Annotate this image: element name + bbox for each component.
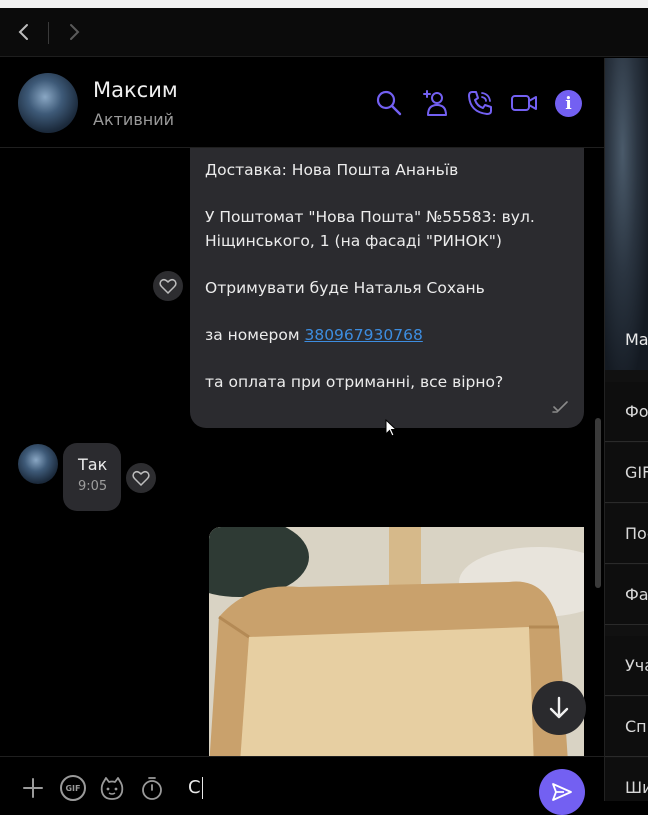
chat-scrollbar[interactable] <box>595 418 601 588</box>
navigation-bar <box>0 8 648 57</box>
add-participant-icon[interactable] <box>420 88 450 118</box>
contact-name[interactable]: Максим <box>93 78 178 102</box>
message-text: Так <box>78 455 108 474</box>
like-button[interactable] <box>126 463 156 493</box>
heart-icon <box>159 278 177 294</box>
video-call-icon[interactable] <box>509 88 539 118</box>
sidebar-contact-name: Ма <box>625 330 648 349</box>
chat-header: Максим Активний i <box>0 58 604 148</box>
message-line: У Поштомат "Нова Пошта" №55583: вул. Ніщ… <box>205 208 535 250</box>
info-glyph: i <box>565 93 572 114</box>
message-line: та оплата при отриманні, все вірно? <box>205 373 504 391</box>
phone-prefix: за номером <box>205 326 305 344</box>
message-bubble-short[interactable]: Так 9:05 <box>63 443 121 511</box>
contact-avatar[interactable] <box>18 73 78 133</box>
chat-panel: Максим Активний i Доставка: Нова Пошта А… <box>0 58 604 801</box>
window-top-strip <box>0 0 648 8</box>
send-icon <box>552 783 572 801</box>
message-bubble-delivery[interactable]: Доставка: Нова Пошта Ананьїв У Поштомат … <box>190 148 584 428</box>
sender-avatar[interactable] <box>18 444 58 484</box>
info-sidebar: Ма Фот GIF Пос Фай Уча Спі Ши <box>604 58 648 801</box>
search-icon[interactable] <box>374 88 404 118</box>
sidebar-item-participants[interactable]: Уча <box>605 636 648 696</box>
send-button[interactable] <box>539 769 585 815</box>
sidebar-item-shared[interactable]: Спі <box>605 697 648 757</box>
sidebar-cover-image <box>605 58 648 370</box>
plus-icon[interactable] <box>20 775 46 801</box>
arrow-down-icon <box>549 696 569 719</box>
message-line-phone: за номером 380967930768 <box>205 323 569 347</box>
message-input-value: С <box>188 777 201 798</box>
message-time: 9:05 <box>78 479 108 494</box>
chevron-left-icon[interactable] <box>12 20 36 44</box>
reply-icon[interactable] <box>552 400 568 414</box>
nav-separator <box>48 22 49 44</box>
mouse-cursor-icon <box>385 419 397 437</box>
timer-icon[interactable] <box>139 775 165 801</box>
message-line: Отримувати буде Наталья Сохань <box>205 279 485 297</box>
phone-link[interactable]: 380967930768 <box>304 326 422 344</box>
contact-status: Активний <box>93 110 175 129</box>
message-input[interactable]: С <box>188 777 203 799</box>
sidebar-item-photos[interactable]: Фот <box>605 382 648 442</box>
text-caret <box>201 777 203 799</box>
sticker-icon[interactable] <box>99 775 125 801</box>
info-icon[interactable]: i <box>555 90 582 117</box>
chevron-right-icon[interactable] <box>62 20 86 44</box>
like-button[interactable] <box>153 271 183 301</box>
heart-icon <box>132 470 150 486</box>
sidebar-item-files[interactable]: Фай <box>605 565 648 625</box>
message-composer: GIF С <box>0 756 604 815</box>
gif-label: GIF <box>65 783 81 793</box>
gif-icon[interactable]: GIF <box>60 775 86 801</box>
sidebar-item-gif[interactable]: GIF <box>605 443 648 503</box>
voice-call-icon[interactable] <box>465 88 495 118</box>
sidebar-item-links[interactable]: Пос <box>605 504 648 564</box>
sidebar-item-more[interactable]: Ши <box>605 758 648 801</box>
message-line: Доставка: Нова Пошта Ананьїв <box>205 161 459 179</box>
scroll-to-bottom-button[interactable] <box>532 681 586 735</box>
